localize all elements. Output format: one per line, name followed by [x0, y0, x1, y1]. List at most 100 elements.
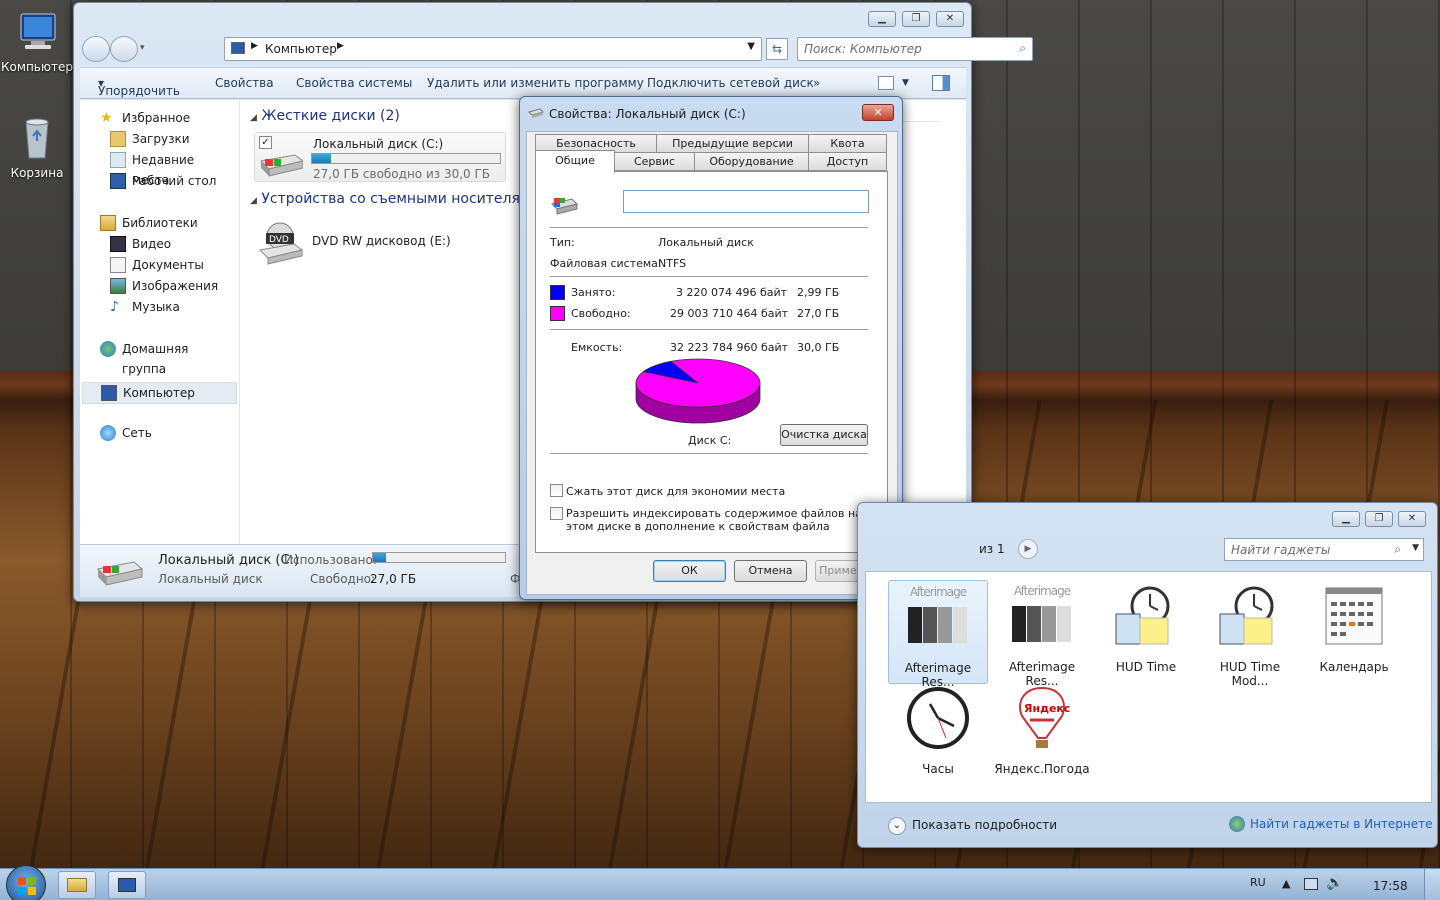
- properties-button[interactable]: Свойства: [215, 76, 274, 90]
- gadget-clock[interactable]: Часы: [888, 686, 988, 776]
- nav-computer[interactable]: Компьютер: [82, 382, 237, 404]
- afterimage-watermark: Afterimage: [1013, 584, 1071, 598]
- find-gadgets-online-link[interactable]: Найти гаджеты в Интернете: [1250, 817, 1433, 831]
- folder-icon: [67, 878, 87, 892]
- navigation-pane: ★ Избранное Загрузки Недавние места Рабоч…: [80, 100, 240, 544]
- organize-button[interactable]: Упорядочить ▾: [98, 76, 180, 98]
- desktop-folder-icon: [110, 173, 126, 189]
- group-header-removable[interactable]: ◢ Устройства со съемными носителям: [250, 191, 530, 207]
- gadget-afterimage-1[interactable]: Afterimage Afterimage Res...: [888, 580, 988, 689]
- nav-desktop[interactable]: Рабочий стол: [80, 171, 235, 191]
- collapse-arrow-icon: ◢: [250, 196, 257, 206]
- afterimage-gadget-icon: Afterimage: [906, 585, 970, 649]
- desktop-icon-computer[interactable]: Компьютер: [0, 8, 74, 74]
- tab-tools[interactable]: Сервис: [614, 152, 695, 171]
- uninstall-program-button[interactable]: Удалить или изменить программу: [427, 76, 644, 90]
- system-properties-button[interactable]: Свойства системы: [296, 76, 412, 90]
- history-dropdown-icon[interactable]: ▾: [140, 43, 145, 53]
- maximize-button[interactable]: ❐: [1365, 511, 1393, 527]
- taskbar-explorer-button[interactable]: [58, 871, 96, 899]
- search-input[interactable]: Поиск: Компьютер ⌕: [797, 37, 1033, 61]
- desktop-icon-recycle-bin[interactable]: Корзина: [0, 114, 74, 180]
- type-value: Локальный диск: [658, 236, 754, 249]
- gadget-yandex-weather[interactable]: Яндекс Яндекс.Погода: [992, 686, 1092, 776]
- clock[interactable]: 17:58: [1373, 879, 1408, 893]
- search-dropdown-icon[interactable]: ▼: [1412, 543, 1419, 553]
- back-button[interactable]: [82, 36, 110, 62]
- compress-checkbox[interactable]: [550, 484, 563, 497]
- gadget-calendar[interactable]: Календарь: [1304, 580, 1404, 674]
- refresh-icon[interactable]: ⇆: [766, 38, 788, 60]
- drive-select-checkbox[interactable]: ✓: [259, 136, 272, 149]
- index-checkbox[interactable]: [550, 507, 563, 520]
- nav-homegroup[interactable]: Домашняя группа: [80, 339, 235, 376]
- view-dropdown-icon[interactable]: ▼: [902, 78, 909, 88]
- separator: [550, 329, 868, 330]
- ok-button[interactable]: ОК: [653, 560, 726, 582]
- nav-recent-places[interactable]: Недавние места: [80, 150, 235, 187]
- drive-c-tile[interactable]: ✓ Локальный диск (C:) 27,0 ГБ свободно и…: [254, 132, 506, 182]
- language-indicator[interactable]: RU: [1250, 876, 1266, 889]
- gadget-search-input[interactable]: Найти гаджеты ⌕ ▼: [1224, 538, 1424, 561]
- drive-c-usage-bar: [311, 153, 501, 164]
- group-header-hdd[interactable]: ◢ Жесткие диски (2): [250, 108, 400, 124]
- gadget-hud-time-mod[interactable]: HUD Time Mod...: [1200, 580, 1300, 688]
- gadget-gallery: Afterimage Afterimage Res... Afterimage …: [865, 571, 1432, 803]
- dvd-drive-name: DVD RW дисковод (E:): [312, 234, 451, 248]
- drive-label-input[interactable]: [623, 190, 869, 213]
- dialog-close-button[interactable]: ✕: [862, 104, 894, 121]
- nav-videos[interactable]: Видео: [80, 234, 235, 254]
- map-network-drive-button[interactable]: Подключить сетевой диск: [647, 76, 814, 90]
- tab-previous-versions[interactable]: Предыдущие версии: [656, 134, 809, 153]
- network-tray-icon[interactable]: [1304, 878, 1318, 890]
- forward-button[interactable]: [110, 36, 138, 62]
- index-label[interactable]: Разрешить индексировать содержимое файло…: [566, 507, 866, 533]
- more-commands-button[interactable]: »: [813, 76, 820, 90]
- show-details-link[interactable]: Показать подробности: [912, 818, 1057, 832]
- nav-libraries[interactable]: Библиотеки: [80, 213, 235, 233]
- nav-downloads[interactable]: Загрузки: [80, 129, 235, 149]
- start-button[interactable]: [6, 865, 46, 900]
- tray-expand-icon[interactable]: ▲: [1282, 877, 1290, 890]
- dvd-drive-tile[interactable]: DVD DVD RW дисковод (E:): [254, 220, 514, 268]
- volume-icon[interactable]: 🔊: [1326, 875, 1343, 891]
- close-button[interactable]: ✕: [1398, 511, 1426, 527]
- preview-pane-icon[interactable]: [932, 75, 950, 91]
- taskbar-properties-button[interactable]: [108, 871, 146, 899]
- tab-sharing[interactable]: Доступ: [808, 152, 887, 171]
- gadget-hud-time[interactable]: HUD Time: [1096, 580, 1196, 674]
- nav-favorites[interactable]: ★ Избранное: [80, 108, 235, 128]
- nav-pictures[interactable]: Изображения: [80, 276, 235, 296]
- tab-hardware[interactable]: Оборудование: [694, 152, 809, 171]
- compress-label[interactable]: Сжать этот диск для экономии места: [566, 485, 785, 498]
- minimize-button[interactable]: ▁: [1332, 511, 1360, 527]
- show-details-chevron-icon[interactable]: ⌄: [888, 817, 906, 835]
- gadget-label: HUD Time: [1115, 660, 1177, 674]
- address-bar[interactable]: ▶ Компьютер ▶ ▼: [224, 37, 762, 61]
- computer-icon: [13, 8, 61, 56]
- tab-general[interactable]: Общие: [535, 150, 615, 173]
- cancel-button[interactable]: Отмена: [734, 560, 807, 582]
- yandex-logo-text: Яндекс: [1024, 702, 1071, 715]
- tab-quota[interactable]: Квота: [808, 134, 887, 153]
- next-page-button[interactable]: ▶: [1018, 539, 1038, 559]
- computer-small-icon: [101, 385, 117, 401]
- search-icon: ⌕: [1394, 542, 1401, 556]
- breadcrumb[interactable]: Компьютер: [265, 42, 337, 56]
- gadgets-window: ▁ ❐ ✕ из 1 ▶ Найти гаджеты ⌕ ▼ Afterimag…: [857, 502, 1438, 848]
- disk-cleanup-button[interactable]: Очистка диска: [780, 424, 868, 446]
- usage-fill: [312, 154, 331, 163]
- gadget-afterimage-2[interactable]: Afterimage Afterimage Res...: [992, 580, 1092, 688]
- nav-music[interactable]: ♪ Музыка: [80, 297, 235, 317]
- maximize-button[interactable]: ❐: [902, 11, 930, 27]
- close-button[interactable]: ✕: [936, 11, 964, 27]
- show-desktop-button[interactable]: [1424, 869, 1440, 900]
- breadcrumb-arrow-icon: ▶: [251, 41, 258, 51]
- view-icon[interactable]: [878, 76, 894, 90]
- nav-documents[interactable]: Документы: [80, 255, 235, 275]
- minimize-button[interactable]: ▁: [868, 11, 896, 27]
- address-dropdown-icon[interactable]: ▼: [747, 41, 755, 52]
- computer-small-icon: [231, 42, 245, 54]
- nav-network[interactable]: Сеть: [80, 423, 235, 443]
- breadcrumb-arrow-icon[interactable]: ▶: [337, 41, 344, 51]
